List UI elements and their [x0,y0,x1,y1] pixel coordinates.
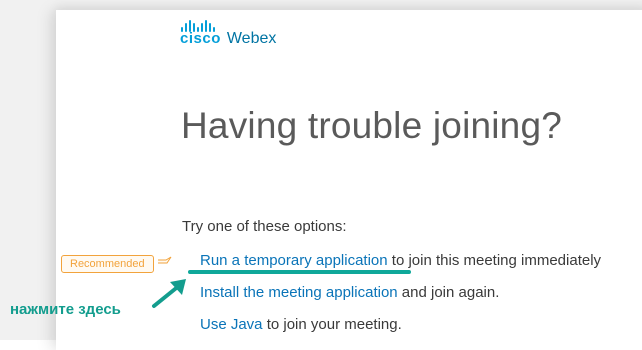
run-temporary-application-link[interactable]: Run a temporary application [200,252,388,269]
use-java-link[interactable]: Use Java [200,316,263,333]
option-2-description: and join again. [397,284,500,301]
install-meeting-application-link[interactable]: Install the meeting application [200,284,398,301]
badge-pointer-icon [158,256,172,264]
cisco-logo: cisco [180,20,221,46]
option-1-description: to join this meeting immediately [387,252,602,269]
option-install-app: Install the meeting application and join… [200,284,499,301]
option-3-description: to join your meeting. [262,316,402,333]
webex-wordmark: Webex [226,30,277,47]
annotation-underline [188,270,411,274]
cisco-wordmark: cisco [180,30,221,47]
cisco-webex-logo: cisco Webex [180,20,277,47]
option-run-temporary-app: Run a temporary application to join this… [200,252,601,269]
option-use-java: Use Java to join your meeting. [200,316,402,333]
arrow-up-right-icon [152,279,186,308]
page-title: Having trouble joining? [181,105,563,146]
options-intro: Try one of these options: [182,218,347,235]
click-here-annotation: нажмите здесь [10,301,121,318]
recommended-badge: Recommended [61,255,154,273]
